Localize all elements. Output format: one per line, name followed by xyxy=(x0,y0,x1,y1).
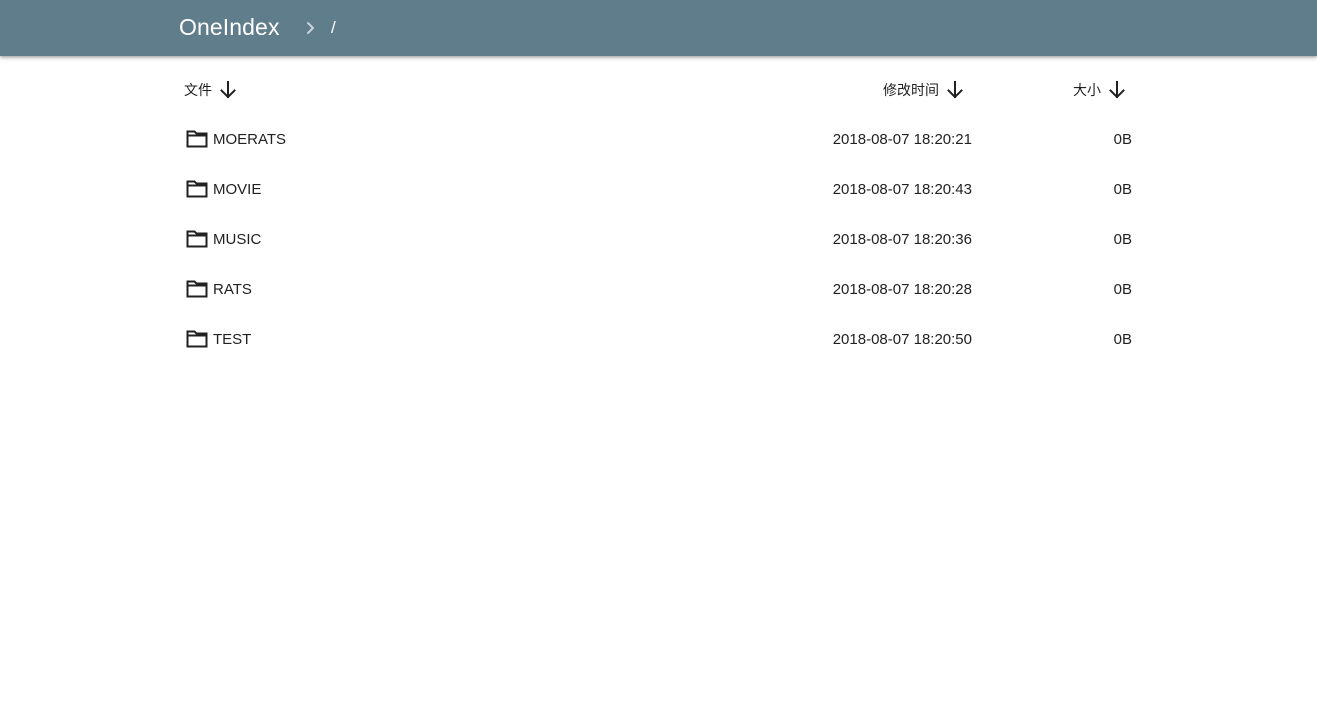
breadcrumb-root[interactable]: / xyxy=(331,17,336,39)
file-name: MUSIC xyxy=(213,231,262,248)
file-name: RATS xyxy=(213,281,252,298)
folder-icon xyxy=(186,230,208,248)
arrow-down-icon xyxy=(947,81,963,99)
modified-time: 2018-08-07 18:20:43 xyxy=(832,181,972,198)
file-size: 0B xyxy=(1113,181,1132,198)
file-name: MOERATS xyxy=(213,131,287,148)
time-column-label: 修改时间 xyxy=(883,82,939,98)
size-column-label: 大小 xyxy=(1073,82,1101,98)
list-item[interactable]: MOERATS 2018-08-07 18:20:21 0B xyxy=(172,115,1144,165)
sort-by-time-header[interactable]: 修改时间 xyxy=(883,78,966,102)
app-title[interactable]: OneIndex xyxy=(179,13,280,41)
sort-by-name-header[interactable]: 文件 xyxy=(184,78,239,102)
sort-by-size-header[interactable]: 大小 xyxy=(1073,78,1128,102)
list-item[interactable]: MOVIE 2018-08-07 18:20:43 0B xyxy=(172,165,1144,215)
modified-time: 2018-08-07 18:20:21 xyxy=(832,131,972,148)
file-size: 0B xyxy=(1113,231,1132,248)
folder-icon xyxy=(186,130,208,148)
app-bar: OneIndex / xyxy=(0,0,1317,56)
modified-time: 2018-08-07 18:20:28 xyxy=(832,281,972,298)
arrow-down-icon xyxy=(1109,81,1125,99)
file-name: TEST xyxy=(213,331,252,348)
list-item[interactable]: TEST 2018-08-07 18:20:50 0B xyxy=(172,315,1144,365)
modified-time: 2018-08-07 18:20:50 xyxy=(832,331,972,348)
file-size: 0B xyxy=(1113,281,1132,298)
file-size: 0B xyxy=(1113,131,1132,148)
file-name: MOVIE xyxy=(213,181,262,198)
modified-time: 2018-08-07 18:20:36 xyxy=(832,231,972,248)
chevron-right-icon xyxy=(303,18,319,38)
list-item[interactable]: MUSIC 2018-08-07 18:20:36 0B xyxy=(172,215,1144,265)
folder-icon xyxy=(186,330,208,348)
folder-icon xyxy=(186,180,208,198)
list-item[interactable]: RATS 2018-08-07 18:20:28 0B xyxy=(172,265,1144,315)
file-size: 0B xyxy=(1113,331,1132,348)
folder-icon xyxy=(186,280,208,298)
name-column-label: 文件 xyxy=(184,82,212,98)
arrow-down-icon xyxy=(220,81,236,99)
